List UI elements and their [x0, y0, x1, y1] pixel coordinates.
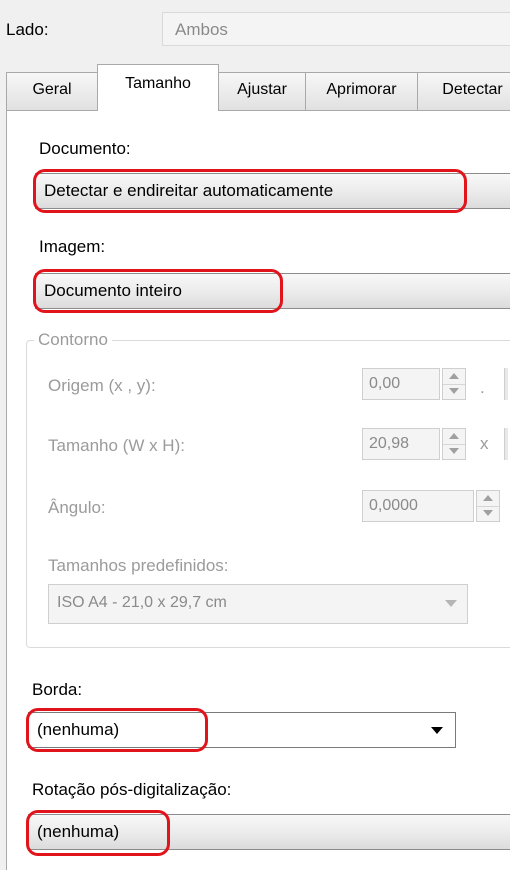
- tab-ajustar[interactable]: Ajustar: [218, 72, 306, 110]
- angulo-spinner[interactable]: [476, 490, 500, 522]
- origem-separator: .: [480, 378, 485, 397]
- presets-select[interactable]: ISO A4 - 21,0 x 29,7 cm: [48, 584, 468, 624]
- origem-y-field[interactable]: [504, 368, 508, 400]
- presets-label: Tamanhos predefinidos:: [48, 556, 229, 575]
- tamanho-h-field[interactable]: [504, 428, 508, 460]
- borda-label: Borda:: [32, 680, 83, 699]
- dropdown-arrow-icon: [431, 727, 443, 734]
- tab-detectar[interactable]: Detectar: [417, 72, 510, 110]
- rotacao-select[interactable]: (nenhuma): [28, 814, 510, 850]
- presets-value: ISO A4 - 21,0 x 29,7 cm: [57, 594, 227, 611]
- tamanho-label: Tamanho (W x H):: [48, 436, 185, 455]
- spin-up-icon[interactable]: [443, 429, 465, 445]
- origem-label: Origem (x , y):: [48, 376, 156, 395]
- imagem-select[interactable]: Documento inteiro: [35, 273, 510, 309]
- spin-down-icon[interactable]: [477, 506, 499, 521]
- spin-up-icon[interactable]: [477, 491, 499, 507]
- imagem-label: Imagem:: [39, 237, 106, 256]
- documento-select[interactable]: Detectar e endireitar automaticamente: [35, 173, 510, 209]
- borda-value: (nenhuma): [37, 720, 120, 739]
- contorno-legend: Contorno: [34, 330, 112, 350]
- origem-x-field[interactable]: 0,00: [362, 368, 440, 400]
- spin-up-icon[interactable]: [443, 369, 465, 385]
- tab-geral[interactable]: Geral: [6, 72, 98, 110]
- dropdown-arrow-icon: [445, 600, 457, 607]
- tab-aprimorar[interactable]: Aprimorar: [305, 72, 418, 110]
- borda-select[interactable]: (nenhuma): [28, 712, 456, 748]
- tamanho-w-field[interactable]: 20,98: [362, 428, 440, 460]
- tab-tamanho[interactable]: Tamanho: [97, 64, 219, 111]
- lado-field[interactable]: Ambos: [162, 12, 510, 46]
- documento-label: Documento:: [39, 139, 131, 158]
- spin-down-icon[interactable]: [443, 444, 465, 459]
- tamanho-separator: x: [480, 434, 489, 453]
- spin-down-icon[interactable]: [443, 384, 465, 399]
- origem-spinner[interactable]: [442, 368, 466, 400]
- lado-label: Lado:: [6, 20, 49, 39]
- angulo-label: Ângulo:: [48, 498, 106, 517]
- rotacao-label: Rotação pós-digitalização:: [32, 780, 232, 799]
- angulo-field[interactable]: 0,0000: [362, 490, 474, 522]
- tamanho-spinner[interactable]: [442, 428, 466, 460]
